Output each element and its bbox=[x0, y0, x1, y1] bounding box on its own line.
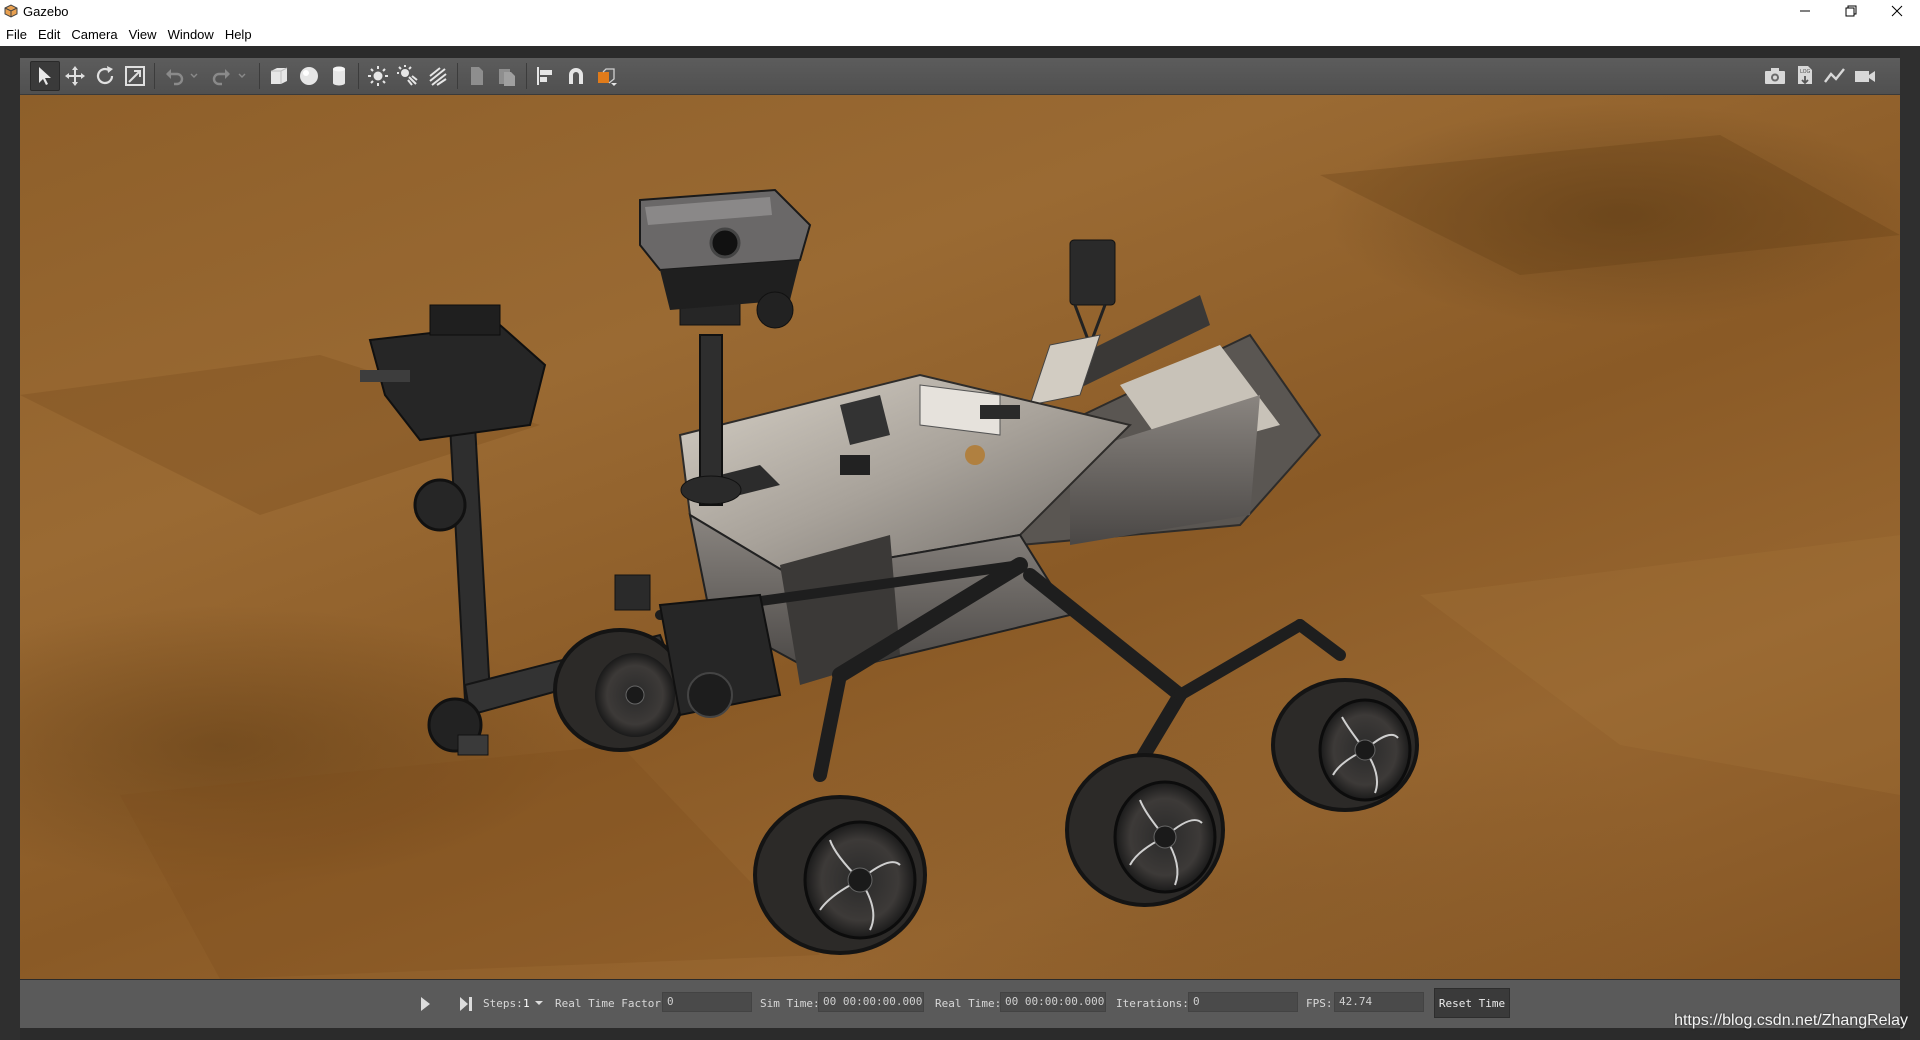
watermark-text: https://blog.csdn.net/ZhangRelay bbox=[1674, 1012, 1908, 1029]
select-mode-button[interactable] bbox=[30, 61, 60, 91]
steps-label: Steps: bbox=[483, 997, 523, 1010]
menu-bar: File Edit Camera View Window Help bbox=[0, 22, 1920, 46]
menu-camera[interactable]: Camera bbox=[65, 27, 122, 42]
align-icon bbox=[537, 67, 552, 85]
chevron-down-icon[interactable] bbox=[534, 998, 544, 1008]
real-time-factor-field: 0 bbox=[662, 992, 752, 1012]
directional-light-button[interactable] bbox=[423, 61, 453, 91]
undo-button[interactable] bbox=[159, 61, 189, 91]
wheel-middle bbox=[1065, 753, 1225, 907]
step-button[interactable] bbox=[456, 994, 476, 1014]
scale-mode-button[interactable] bbox=[120, 61, 150, 91]
plot-icon bbox=[1824, 68, 1845, 83]
translate-mode-button[interactable] bbox=[60, 61, 90, 91]
wheel-rear bbox=[1271, 678, 1419, 812]
plot-button[interactable] bbox=[1820, 61, 1850, 91]
change-view-button[interactable] bbox=[591, 61, 621, 91]
snap-magnet-icon bbox=[569, 68, 583, 84]
wheel-front-right-partial bbox=[553, 628, 687, 752]
real-time-factor-label: Real Time Factor: bbox=[555, 997, 668, 1010]
sphere-icon bbox=[300, 67, 318, 85]
copy-icon bbox=[471, 67, 483, 85]
scale-icon bbox=[125, 66, 145, 86]
redo-history-dropdown[interactable] bbox=[237, 61, 247, 91]
video-record-icon bbox=[1855, 71, 1875, 82]
iterations-label: Iterations: bbox=[1116, 997, 1189, 1010]
sim-time-field: 00 00:00:00.000 bbox=[818, 992, 924, 1012]
title-bar: Gazebo bbox=[0, 0, 1920, 22]
directional-light-icon bbox=[429, 67, 447, 86]
insert-cylinder-button[interactable] bbox=[324, 61, 354, 91]
wheel-front-left bbox=[753, 795, 927, 955]
minimize-button[interactable] bbox=[1782, 0, 1828, 22]
svg-text:LOG: LOG bbox=[1800, 69, 1811, 75]
cylinder-icon bbox=[333, 66, 345, 86]
rotate-mode-button[interactable] bbox=[90, 61, 120, 91]
minimize-icon bbox=[1800, 10, 1810, 12]
select-arrow-icon bbox=[39, 67, 51, 85]
point-light-icon bbox=[368, 66, 388, 86]
undo-icon bbox=[166, 69, 184, 86]
screenshot-camera-icon bbox=[1765, 68, 1785, 84]
toolbar-separator bbox=[526, 63, 527, 89]
play-button[interactable] bbox=[415, 994, 435, 1014]
toolbar-separator bbox=[154, 63, 155, 89]
reset-time-button[interactable]: Reset Time bbox=[1434, 988, 1510, 1018]
redo-button[interactable] bbox=[207, 61, 237, 91]
fps-label: FPS: bbox=[1306, 997, 1333, 1010]
toolbar-separator bbox=[259, 63, 260, 89]
toolbar-separator bbox=[358, 63, 359, 89]
log-icon: LOG bbox=[1798, 66, 1812, 85]
gazebo-app-icon bbox=[4, 4, 18, 18]
menu-edit[interactable]: Edit bbox=[32, 27, 65, 42]
menu-view[interactable]: View bbox=[123, 27, 162, 42]
redo-icon bbox=[212, 69, 230, 86]
point-light-button[interactable] bbox=[363, 61, 393, 91]
snap-button[interactable] bbox=[561, 61, 591, 91]
paste-icon bbox=[499, 69, 515, 86]
chevron-down-icon bbox=[190, 73, 198, 78]
close-icon bbox=[1891, 5, 1903, 17]
menu-help[interactable]: Help bbox=[219, 27, 257, 42]
fps-field: 42.74 bbox=[1334, 992, 1424, 1012]
rover-rear-body bbox=[1019, 239, 1322, 547]
steps-value[interactable]: 1 bbox=[523, 997, 530, 1010]
undo-history-dropdown[interactable] bbox=[189, 61, 199, 91]
paste-button[interactable] bbox=[492, 61, 522, 91]
menu-window[interactable]: Window bbox=[162, 27, 219, 42]
scene-viewport[interactable] bbox=[20, 95, 1900, 979]
rotate-icon bbox=[96, 66, 114, 85]
toolbar: LOG bbox=[20, 58, 1900, 95]
right-frame-border bbox=[1900, 46, 1920, 1040]
window-title: Gazebo bbox=[23, 3, 69, 19]
close-button[interactable] bbox=[1874, 0, 1920, 22]
box-icon bbox=[271, 67, 288, 84]
translate-icon bbox=[65, 66, 85, 86]
screenshot-button[interactable] bbox=[1760, 61, 1790, 91]
restore-icon bbox=[1845, 5, 1857, 17]
video-record-button[interactable] bbox=[1850, 61, 1880, 91]
real-time-label: Real Time: bbox=[935, 997, 1002, 1010]
menu-file[interactable]: File bbox=[0, 27, 32, 42]
spot-light-icon bbox=[397, 65, 418, 86]
copy-button[interactable] bbox=[462, 61, 492, 91]
real-time-field: 00 00:00:00.000 bbox=[1000, 992, 1106, 1012]
log-button[interactable]: LOG bbox=[1790, 61, 1820, 91]
spot-light-button[interactable] bbox=[393, 61, 423, 91]
iterations-field: 0 bbox=[1188, 992, 1298, 1012]
toolbar-separator bbox=[457, 63, 458, 89]
rover-scene bbox=[20, 135, 1900, 979]
sim-time-label: Sim Time: bbox=[760, 997, 820, 1010]
chevron-down-icon bbox=[238, 73, 246, 78]
left-frame-border bbox=[0, 46, 20, 1040]
insert-sphere-button[interactable] bbox=[294, 61, 324, 91]
main-frame: LOG Steps: 1 Real Time Factor: 0 Sim Tim… bbox=[0, 46, 1920, 1040]
align-button[interactable] bbox=[531, 61, 561, 91]
insert-box-button[interactable] bbox=[264, 61, 294, 91]
restore-button[interactable] bbox=[1828, 0, 1874, 22]
simulation-status-bar: Steps: 1 Real Time Factor: 0 Sim Time: 0… bbox=[20, 980, 1900, 1028]
change-view-icon bbox=[598, 68, 617, 86]
